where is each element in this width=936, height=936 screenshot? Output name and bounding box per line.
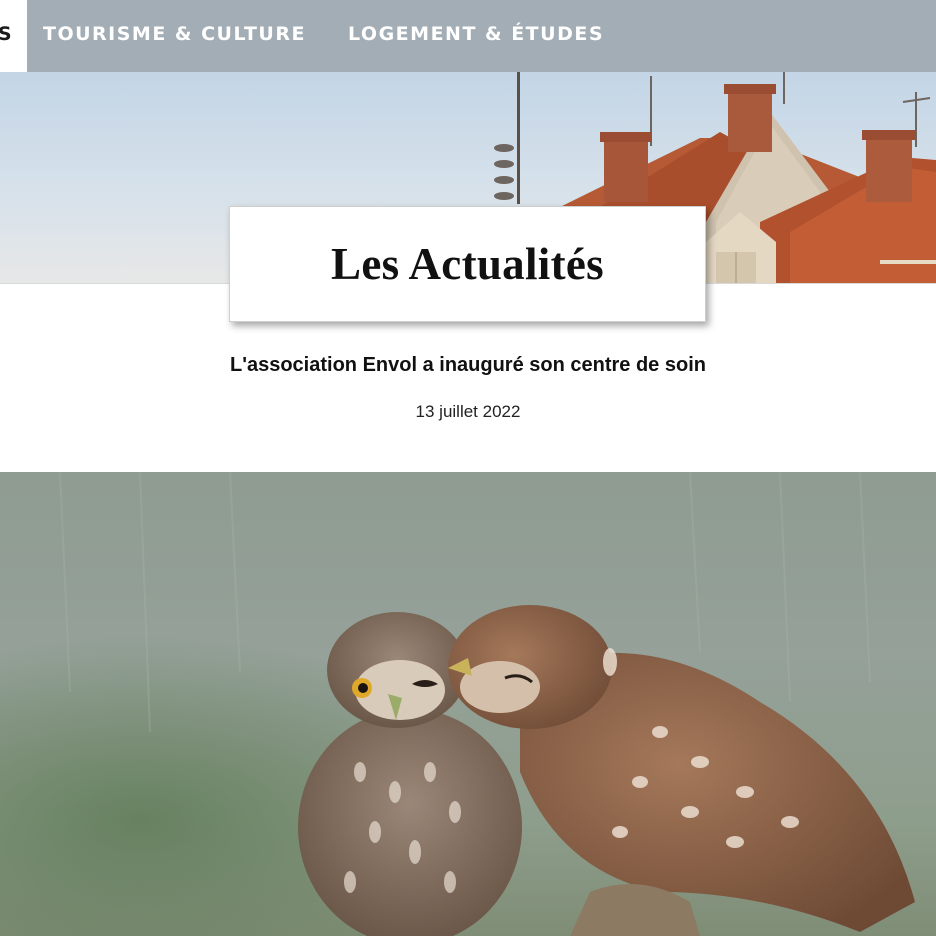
owls-illustration	[0, 472, 936, 936]
nav-item-tourisme-culture[interactable]: TOURISME & CULTURE	[43, 0, 306, 72]
page-title-card: Les Actualités	[229, 206, 706, 322]
article-date: 13 juillet 2022	[415, 402, 521, 421]
nav-item-active[interactable]: S	[0, 0, 27, 72]
article-photo[interactable]	[0, 472, 936, 936]
page-title: Les Actualités	[331, 239, 604, 289]
article-title[interactable]: L'association Envol a inauguré son centr…	[0, 354, 936, 377]
nav-item-logement-etudes[interactable]: LOGEMENT & ÉTUDES	[348, 0, 604, 72]
main-navigation: S TOURISME & CULTURE LOGEMENT & ÉTUDES	[0, 0, 936, 72]
